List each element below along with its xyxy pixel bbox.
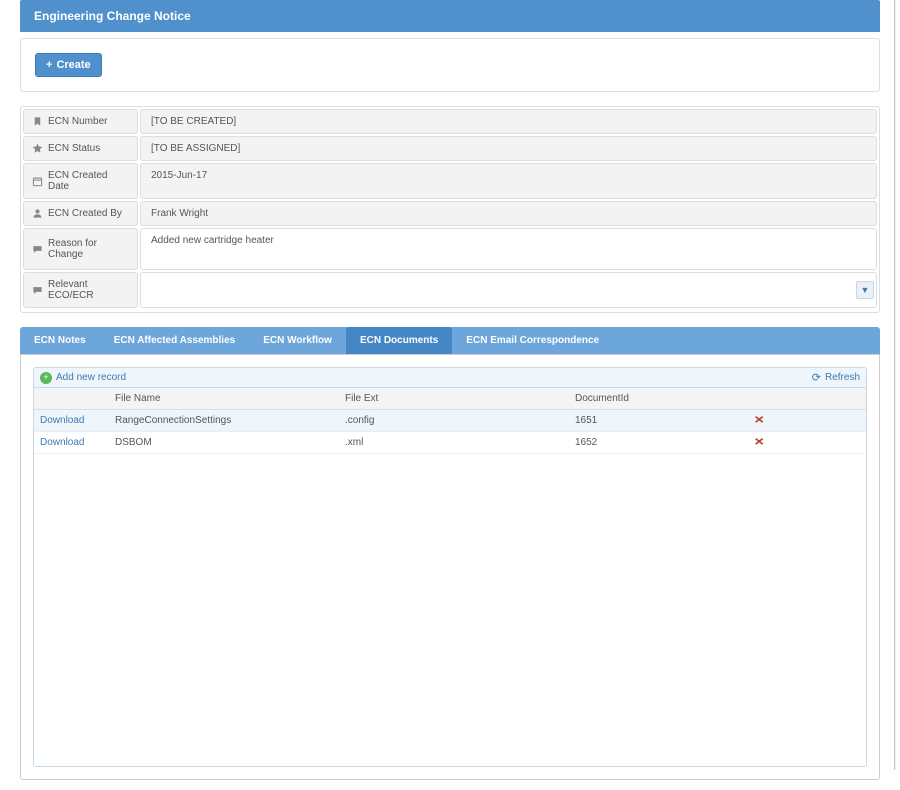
tab-ecn-affected-assemblies[interactable]: ECN Affected Assemblies xyxy=(100,327,250,354)
cell-documentid: 1652 xyxy=(569,432,724,453)
cell-filename: DSBOM xyxy=(109,432,339,453)
refresh-button[interactable]: ⟳ Refresh xyxy=(812,371,860,384)
page-title: Engineering Change Notice xyxy=(20,0,880,32)
documents-grid: + Add new record ⟳ Refresh File Name Fil… xyxy=(33,367,867,767)
cell-filename: RangeConnectionSettings xyxy=(109,410,339,431)
scrollbar-hint xyxy=(894,0,896,770)
download-link[interactable]: Download xyxy=(34,432,109,453)
ecn-status-label: ECN Status xyxy=(23,136,138,161)
col-filename[interactable]: File Name xyxy=(109,388,339,409)
delete-button[interactable]: ✕ xyxy=(724,410,794,431)
add-record-label: Add new record xyxy=(56,372,126,383)
col-delete xyxy=(724,388,794,409)
refresh-icon: ⟳ xyxy=(812,371,821,384)
plus-icon: + xyxy=(46,59,52,71)
cell-fileext: .xml xyxy=(339,432,569,453)
col-download xyxy=(34,388,109,409)
ecn-created-by-label: ECN Created By xyxy=(23,201,138,226)
ecn-number-value: [TO BE CREATED] xyxy=(140,109,877,134)
table-row[interactable]: DownloadRangeConnectionSettings.config16… xyxy=(34,410,866,432)
grid-body: DownloadRangeConnectionSettings.config16… xyxy=(34,410,866,766)
chevron-down-icon[interactable]: ▼ xyxy=(856,281,874,299)
grid-header: File Name File Ext DocumentId xyxy=(34,388,866,410)
tab-ecn-notes[interactable]: ECN Notes xyxy=(20,327,100,354)
bookmark-icon xyxy=(32,116,43,127)
ecn-created-date-label: ECN Created Date xyxy=(23,163,138,199)
star-icon xyxy=(32,143,43,154)
create-button[interactable]: + Create xyxy=(35,53,102,77)
tab-ecn-workflow[interactable]: ECN Workflow xyxy=(249,327,346,354)
download-link[interactable]: Download xyxy=(34,410,109,431)
refresh-label: Refresh xyxy=(825,372,860,383)
reason-label: Reason for Change xyxy=(23,228,138,270)
tab-ecn-email-correspondence[interactable]: ECN Email Correspondence xyxy=(452,327,613,354)
col-fileext[interactable]: File Ext xyxy=(339,388,569,409)
user-icon xyxy=(32,208,43,219)
delete-button[interactable]: ✕ xyxy=(724,432,794,453)
col-documentid[interactable]: DocumentId xyxy=(569,388,724,409)
relevant-eco-dropdown[interactable]: ▼ xyxy=(140,272,877,308)
ecn-number-label: ECN Number xyxy=(23,109,138,134)
comment-icon xyxy=(32,244,43,255)
relevant-eco-label: Relevant ECO/ECR xyxy=(23,272,138,308)
create-button-label: Create xyxy=(56,59,90,71)
plus-circle-icon: + xyxy=(40,372,52,384)
add-record-button[interactable]: + Add new record xyxy=(40,372,126,384)
reason-value[interactable]: Added new cartridge heater xyxy=(140,228,877,270)
ecn-created-by-value: Frank Wright xyxy=(140,201,877,226)
calendar-icon xyxy=(32,176,43,187)
ecn-created-date-value: 2015-Jun-17 xyxy=(140,163,877,199)
tab-content: + Add new record ⟳ Refresh File Name Fil… xyxy=(20,354,880,780)
grid-toolbar: + Add new record ⟳ Refresh xyxy=(34,368,866,388)
comment-icon xyxy=(32,285,43,296)
delete-icon: ✕ xyxy=(754,415,765,426)
delete-icon: ✕ xyxy=(754,437,765,448)
table-row[interactable]: DownloadDSBOM.xml1652 ✕ xyxy=(34,432,866,454)
cell-fileext: .config xyxy=(339,410,569,431)
tab-ecn-documents[interactable]: ECN Documents xyxy=(346,327,452,354)
ecn-status-value: [TO BE ASSIGNED] xyxy=(140,136,877,161)
tab-bar: ECN NotesECN Affected AssembliesECN Work… xyxy=(20,327,880,354)
ecn-form-panel: ECN Number [TO BE CREATED] ECN Status [T… xyxy=(20,106,880,313)
cell-documentid: 1651 xyxy=(569,410,724,431)
create-panel: + Create xyxy=(20,38,880,92)
